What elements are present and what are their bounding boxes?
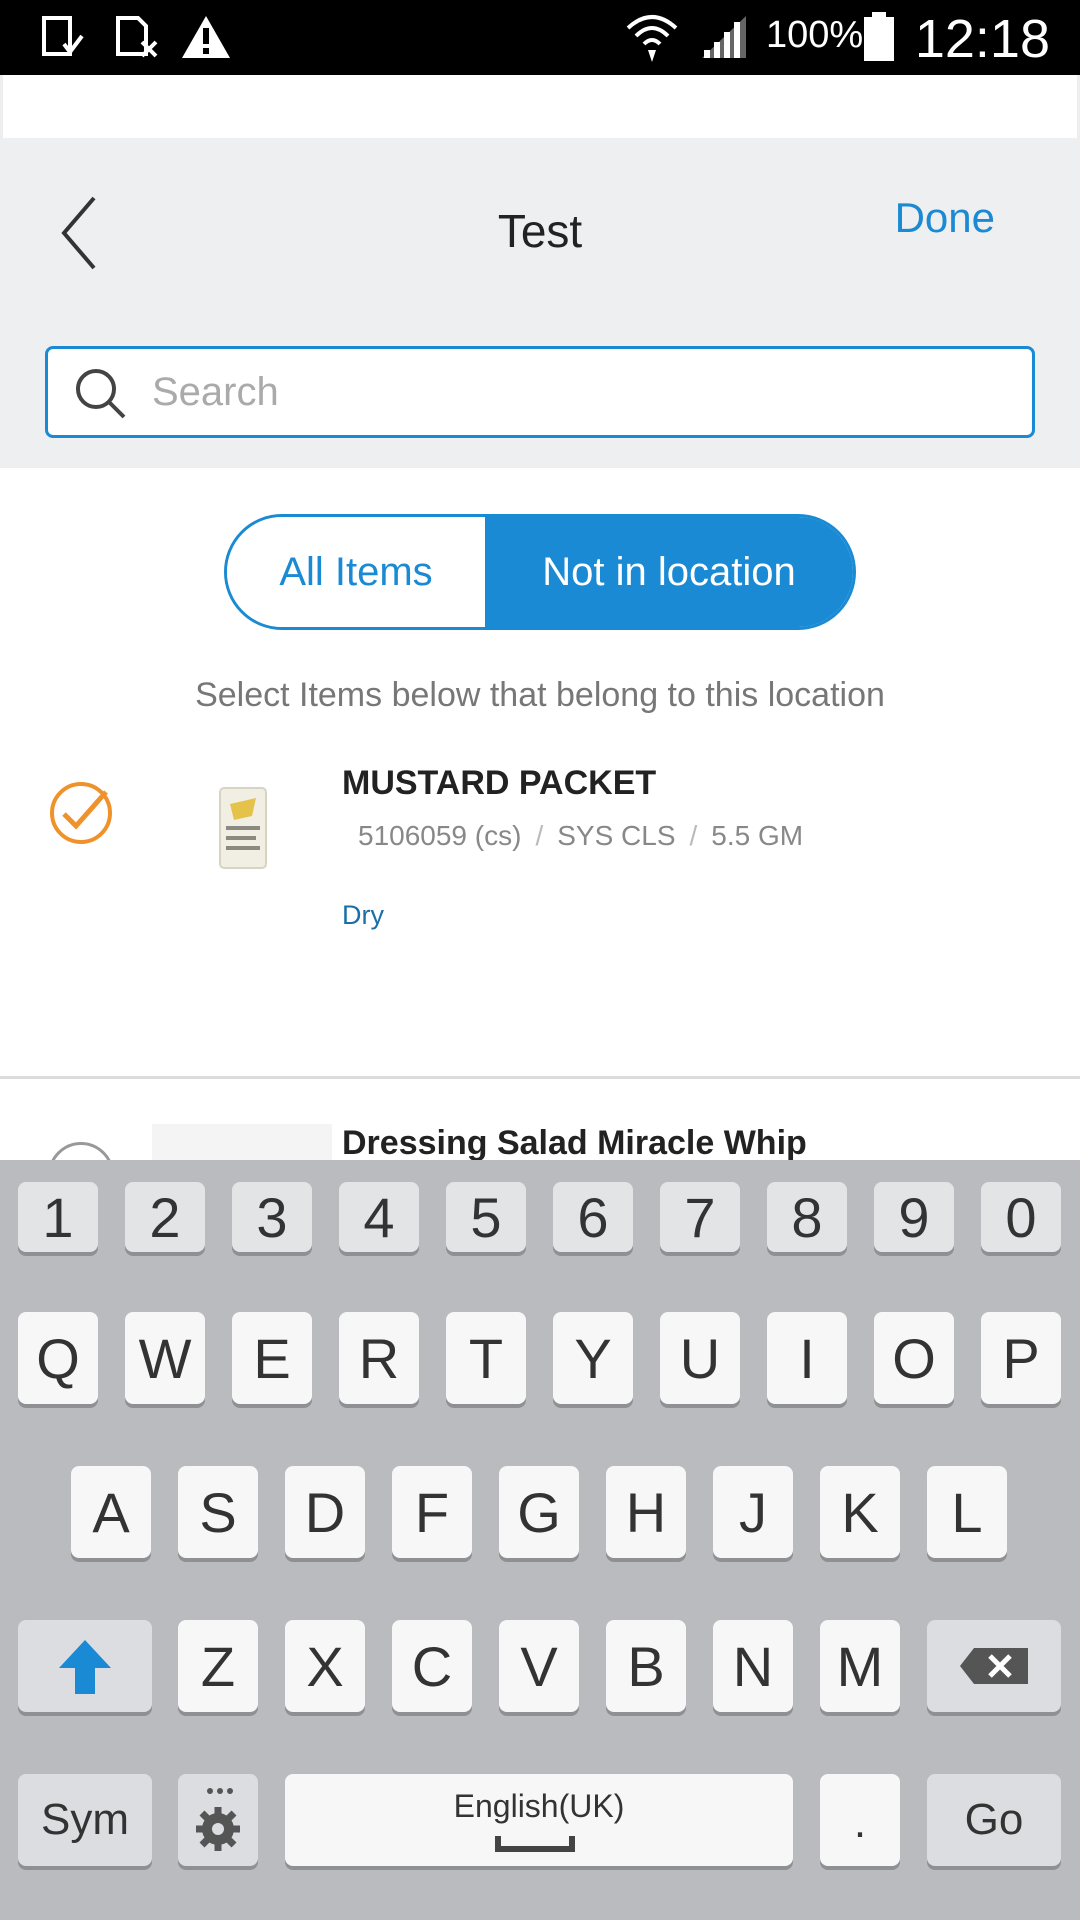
key-r[interactable]: R — [339, 1312, 419, 1404]
status-bar: 100% 12:18 — [0, 0, 1080, 75]
search-box[interactable] — [45, 346, 1035, 438]
key-3[interactable]: 3 — [232, 1182, 312, 1252]
done-button[interactable]: Done — [895, 194, 995, 242]
warning-icon — [182, 16, 230, 58]
key-2[interactable]: 2 — [125, 1182, 205, 1252]
key-w[interactable]: W — [125, 1312, 205, 1404]
key-x[interactable]: X — [285, 1620, 365, 1712]
shift-key[interactable] — [18, 1620, 152, 1712]
key-s[interactable]: S — [178, 1466, 258, 1558]
item-name: MUSTARD PACKET — [342, 764, 657, 802]
key-v[interactable]: V — [499, 1620, 579, 1712]
key-b[interactable]: B — [606, 1620, 686, 1712]
device-check-icon — [42, 16, 84, 56]
product-thumbnail — [152, 1124, 332, 1164]
key-y[interactable]: Y — [553, 1312, 633, 1404]
header: Test Done — [0, 138, 1080, 468]
key-d[interactable]: D — [285, 1466, 365, 1558]
key-7[interactable]: 7 — [660, 1182, 740, 1252]
battery-percent: 100% — [766, 14, 864, 56]
item-size: 5.5 GM — [711, 820, 804, 851]
key-t[interactable]: T — [446, 1312, 526, 1404]
key-i[interactable]: I — [767, 1312, 847, 1404]
key-0[interactable]: 0 — [981, 1182, 1061, 1252]
keyboard: 1 2 3 4 5 6 7 8 9 0 Q W E R T Y U I O P … — [0, 1160, 1080, 1920]
shift-arrow-icon — [59, 1640, 111, 1694]
space-bar-icon — [495, 1836, 575, 1852]
item-code: 5106059 (cs) — [358, 820, 522, 851]
item-meta: 5106059 (cs) / SYS CLS/5.5 GM — [358, 820, 804, 851]
checked-circle-icon[interactable] — [48, 780, 114, 846]
search-icon — [76, 369, 126, 419]
clock: 12:18 — [914, 9, 1050, 69]
go-key[interactable]: Go — [927, 1774, 1061, 1866]
signal-icon — [702, 16, 746, 58]
wifi-icon — [626, 15, 678, 62]
key-m[interactable]: M — [820, 1620, 900, 1712]
key-o[interactable]: O — [874, 1312, 954, 1404]
top-strip — [0, 75, 1080, 138]
key-g[interactable]: G — [499, 1466, 579, 1558]
sym-key[interactable]: Sym — [18, 1774, 152, 1866]
key-f[interactable]: F — [392, 1466, 472, 1558]
key-j[interactable]: J — [713, 1466, 793, 1558]
settings-key[interactable] — [178, 1774, 258, 1866]
backspace-icon — [960, 1648, 1028, 1684]
key-9[interactable]: 9 — [874, 1182, 954, 1252]
sim-blocked-icon — [116, 16, 158, 58]
product-thumbnail — [219, 787, 267, 869]
instruction-text: Select Items below that belong to this l… — [195, 676, 885, 714]
key-1[interactable]: 1 — [18, 1182, 98, 1252]
period-label: . — [853, 1798, 867, 1847]
key-z[interactable]: Z — [178, 1620, 258, 1712]
filter-segment: All Items Not in location — [224, 514, 856, 630]
key-8[interactable]: 8 — [767, 1182, 847, 1252]
gear-icon — [196, 1788, 240, 1851]
item-brand: SYS CLS — [557, 820, 676, 851]
tab-not-in-location[interactable]: Not in location — [485, 517, 853, 627]
key-6[interactable]: 6 — [553, 1182, 633, 1252]
key-p[interactable]: P — [981, 1312, 1061, 1404]
key-h[interactable]: H — [606, 1466, 686, 1558]
key-u[interactable]: U — [660, 1312, 740, 1404]
battery-icon — [864, 12, 894, 61]
backspace-key[interactable] — [927, 1620, 1061, 1712]
key-n[interactable]: N — [713, 1620, 793, 1712]
period-key[interactable]: . — [820, 1774, 900, 1866]
key-c[interactable]: C — [392, 1620, 472, 1712]
key-a[interactable]: A — [71, 1466, 151, 1558]
item-name: Dressing Salad Miracle Whip — [342, 1124, 807, 1162]
key-k[interactable]: K — [820, 1466, 900, 1558]
search-input[interactable] — [152, 359, 1012, 425]
key-5[interactable]: 5 — [446, 1182, 526, 1252]
key-q[interactable]: Q — [18, 1312, 98, 1404]
divider — [0, 1076, 1080, 1079]
space-language-label: English(UK) — [453, 1788, 625, 1824]
key-e[interactable]: E — [232, 1312, 312, 1404]
item-storage-tag: Dry — [342, 900, 384, 930]
key-4[interactable]: 4 — [339, 1182, 419, 1252]
tab-all-items[interactable]: All Items — [227, 517, 485, 627]
space-key[interactable]: English(UK) — [285, 1774, 793, 1866]
key-l[interactable]: L — [927, 1466, 1007, 1558]
